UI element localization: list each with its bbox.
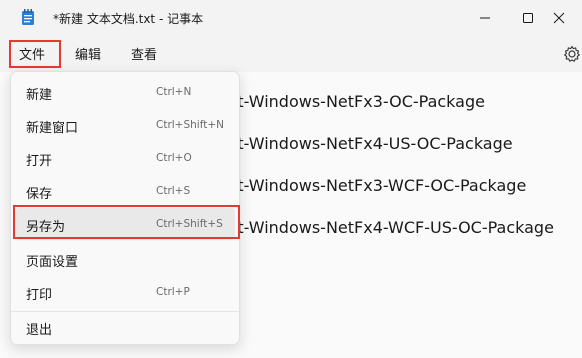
editor-line: ft-Windows-NetFx4-WCF-US-OC-Package — [232, 218, 554, 237]
menu-item-shortcut: Ctrl+S — [156, 185, 191, 197]
maximize-icon — [523, 13, 533, 23]
title-bar: *新建 文本文档.txt - 记事本 — [0, 0, 582, 36]
editor-line: ft-Windows-NetFx3-OC-Package — [232, 92, 485, 111]
save-as-highlight-box — [13, 205, 240, 239]
menu-item-new-window[interactable]: 新建窗口 Ctrl+Shift+N — [15, 109, 235, 141]
menu-edit[interactable]: 编辑 — [75, 44, 101, 63]
menu-bar: 文件 编辑 查看 — [0, 36, 582, 72]
menu-item-print[interactable]: 打印 Ctrl+P — [15, 276, 235, 308]
minimize-button[interactable] — [462, 0, 508, 36]
window-title: *新建 文本文档.txt - 记事本 — [53, 12, 204, 26]
menu-item-label: 打印 — [26, 288, 53, 303]
menu-item-label: 新建窗口 — [26, 121, 79, 136]
menu-item-exit[interactable]: 退出 — [15, 311, 235, 343]
gear-icon[interactable] — [563, 45, 581, 63]
menu-item-shortcut: Ctrl+O — [156, 152, 192, 164]
menu-item-shortcut: Ctrl+Shift+N — [156, 119, 224, 131]
notepad-icon — [22, 9, 34, 25]
close-icon — [553, 12, 565, 24]
menu-view[interactable]: 查看 — [131, 44, 157, 63]
menu-item-label: 保存 — [26, 187, 53, 202]
editor-line: ft-Windows-NetFx4-US-OC-Package — [232, 134, 513, 153]
editor-line: ft-Windows-NetFx3-WCF-OC-Package — [232, 176, 527, 195]
menu-item-new[interactable]: 新建 Ctrl+N — [15, 76, 235, 108]
close-button[interactable] — [536, 0, 582, 36]
menu-item-shortcut: Ctrl+N — [156, 86, 192, 98]
file-menu-highlight-box — [9, 40, 61, 68]
menu-item-shortcut: Ctrl+P — [156, 286, 190, 298]
menu-item-label: 打开 — [26, 154, 53, 169]
menu-item-label: 页面设置 — [26, 255, 79, 270]
menu-item-open[interactable]: 打开 Ctrl+O — [15, 142, 235, 174]
menu-item-label: 退出 — [26, 323, 53, 338]
menu-item-label: 新建 — [26, 88, 53, 103]
minimize-icon — [480, 17, 490, 19]
menu-item-save[interactable]: 保存 Ctrl+S — [15, 175, 235, 207]
menu-item-page-setup[interactable]: 页面设置 — [15, 243, 235, 275]
